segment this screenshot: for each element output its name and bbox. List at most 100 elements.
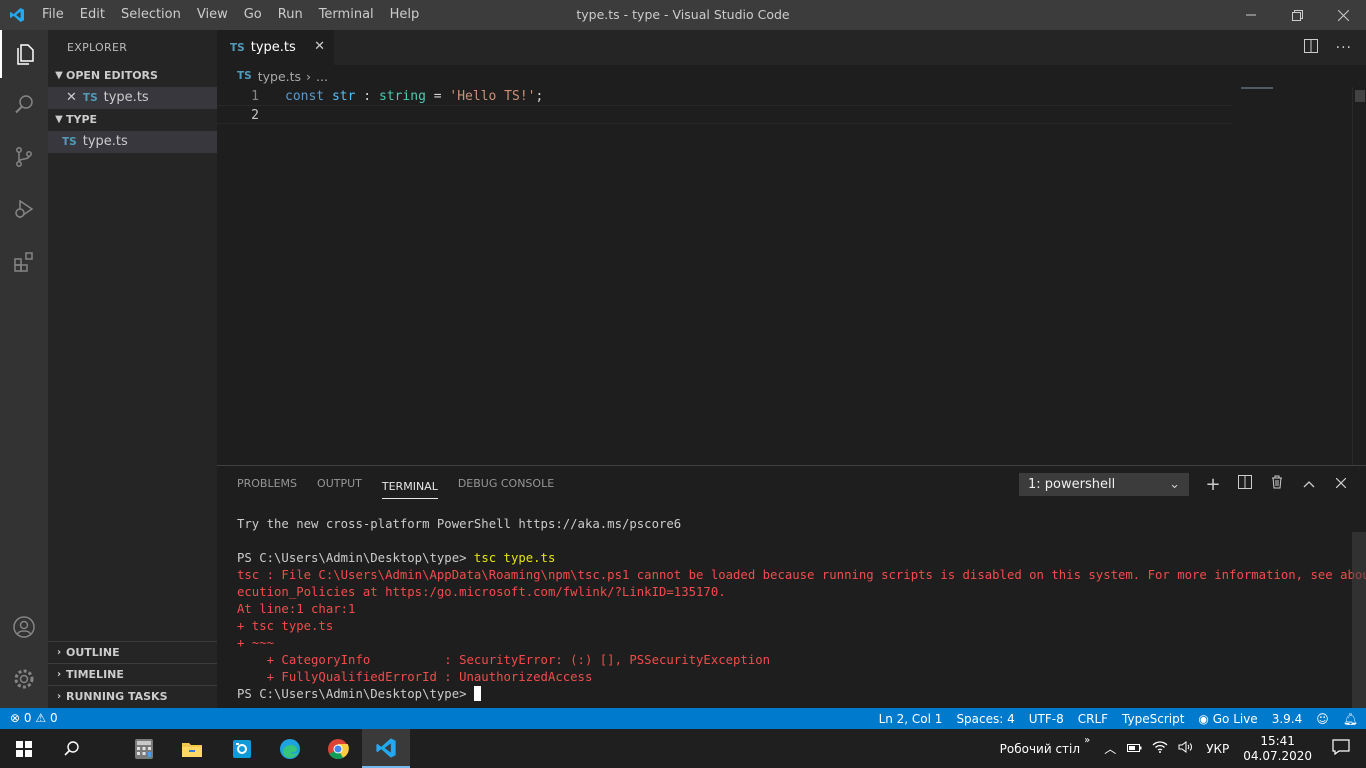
close-panel-icon[interactable] — [1332, 476, 1350, 492]
close-icon[interactable]: ✕ — [66, 87, 77, 109]
terminal-final-line: PS C:\Users\Admin\Desktop\type> — [237, 686, 1347, 703]
open-editor-item[interactable]: ✕ TS type.ts — [48, 87, 217, 109]
menu-view[interactable]: View — [189, 0, 236, 30]
menu-run[interactable]: Run — [270, 0, 311, 30]
maximize-panel-icon[interactable] — [1300, 476, 1318, 492]
terminal-prompt: PS C:\Users\Admin\Desktop\type> — [237, 551, 474, 565]
new-terminal-icon[interactable]: + — [1204, 474, 1222, 495]
menu-help[interactable]: Help — [382, 0, 428, 30]
folder-section[interactable]: ▼ TYPE — [48, 109, 217, 131]
minimize-icon[interactable] — [1228, 0, 1274, 30]
file-tree-item[interactable]: TS type.ts — [48, 131, 217, 153]
go-live-button[interactable]: ◉ Go Live — [1198, 712, 1257, 726]
terminal-error-line: + tsc type.ts — [237, 619, 334, 633]
photos-app-icon[interactable] — [218, 729, 266, 768]
close-window-icon[interactable] — [1320, 0, 1366, 30]
tab-type-ts[interactable]: TS type.ts ✕ — [217, 30, 334, 65]
accounts-icon[interactable] — [0, 603, 48, 651]
tab-terminal[interactable]: TERMINAL — [381, 469, 438, 499]
trash-icon[interactable] — [1268, 475, 1286, 493]
explorer-icon[interactable] — [0, 30, 48, 78]
go-live-label: Go Live — [1212, 711, 1258, 726]
feedback-icon[interactable]: ☺ — [1316, 712, 1329, 726]
menu-terminal[interactable]: Terminal — [311, 0, 382, 30]
error-icon: ⊗ — [10, 711, 21, 725]
running-tasks-section[interactable]: › RUNNING TASKS — [48, 685, 217, 708]
terminal-select[interactable]: 1: powershell ⌄ — [1019, 473, 1189, 496]
string-token: 'Hello TS!' — [449, 89, 536, 104]
menu-file[interactable]: File — [34, 0, 72, 30]
breadcrumb-file[interactable]: type.ts — [258, 69, 301, 84]
restore-icon[interactable] — [1274, 0, 1320, 30]
extensions-icon[interactable] — [0, 238, 48, 286]
typescript-file-icon: TS — [237, 70, 252, 82]
split-terminal-icon[interactable] — [1236, 475, 1254, 493]
file-tree-filename: type.ts — [82, 134, 128, 149]
open-editors-section[interactable]: ▼ OPEN EDITORS — [48, 65, 217, 87]
line-number: 2 — [251, 108, 259, 123]
editor-scrollbar[interactable] — [1352, 87, 1366, 465]
menu-edit[interactable]: Edit — [72, 0, 113, 30]
encoding[interactable]: UTF-8 — [1029, 712, 1064, 726]
line-number: 1 — [251, 89, 259, 104]
close-tab-icon[interactable]: ✕ — [314, 39, 325, 54]
activity-bar — [0, 30, 48, 708]
edge-browser-icon[interactable] — [266, 729, 314, 768]
clock-time: 15:41 — [1260, 733, 1295, 748]
open-editor-filename: type.ts — [103, 90, 149, 105]
typescript-file-icon: TS — [62, 136, 77, 148]
line-endings[interactable]: CRLF — [1078, 712, 1108, 726]
tab-debug-console[interactable]: DEBUG CONSOLE — [458, 466, 554, 502]
clock[interactable]: 15:41 04.07.2020 — [1243, 734, 1312, 764]
calculator-icon[interactable] — [120, 729, 168, 768]
timeline-section[interactable]: › TIMELINE — [48, 663, 217, 686]
menu-go[interactable]: Go — [236, 0, 270, 30]
file-explorer-icon[interactable] — [168, 729, 216, 768]
search-icon[interactable] — [0, 80, 48, 128]
wifi-icon[interactable] — [1152, 741, 1168, 756]
notifications-bell-icon[interactable]: 🔔︎ — [1343, 712, 1358, 726]
tab-output[interactable]: OUTPUT — [317, 466, 362, 502]
battery-icon[interactable] — [1126, 742, 1142, 756]
terminal-command: tsc type.ts — [473, 551, 556, 565]
minimap[interactable] — [1233, 87, 1353, 465]
run-debug-icon[interactable] — [0, 185, 48, 233]
windows-start-icon[interactable] — [0, 729, 48, 768]
desktop-toolbar[interactable]: Робочий стіл — [1000, 742, 1080, 756]
input-language[interactable]: УКР — [1206, 742, 1229, 756]
vscode-taskbar-icon[interactable] — [362, 729, 410, 768]
indentation[interactable]: Spaces: 4 — [956, 712, 1014, 726]
action-center-icon[interactable] — [1332, 739, 1350, 758]
toolbar-chevron-icon[interactable]: » — [1084, 735, 1090, 746]
broadcast-icon: ◉ — [1198, 711, 1209, 726]
volume-icon[interactable] — [1178, 741, 1194, 756]
menu-selection[interactable]: Selection — [113, 0, 189, 30]
language-mode[interactable]: TypeScript — [1122, 712, 1184, 726]
tray-overflow-icon[interactable]: ︿ — [1104, 740, 1116, 757]
cursor-position[interactable]: Ln 2, Col 1 — [879, 712, 943, 726]
code-editor[interactable]: 1 const str : string = 'Hello TS!'; 2 — [217, 87, 1366, 465]
manage-gear-icon[interactable] — [0, 655, 48, 703]
status-right: Ln 2, Col 1 Spaces: 4 UTF-8 CRLF TypeScr… — [879, 708, 1358, 729]
source-control-icon[interactable] — [0, 133, 48, 181]
typescript-file-icon: TS — [230, 41, 245, 54]
code-line-current: 2 — [217, 105, 1233, 124]
open-editors-label: OPEN EDITORS — [66, 69, 158, 82]
tab-problems[interactable]: PROBLEMS — [237, 466, 297, 502]
breadcrumb-more[interactable]: ... — [316, 69, 328, 84]
tab-label: type.ts — [250, 40, 296, 55]
windows-taskbar: Робочий стіл » ︿ УКР 15:41 04.07.2020 — [0, 729, 1366, 768]
menu-bar: File Edit Selection View Go Run Terminal… — [34, 0, 427, 30]
editor-tab-bar: TS type.ts ✕ ··· — [217, 30, 1366, 65]
more-actions-icon[interactable]: ··· — [1336, 40, 1352, 56]
split-editor-icon[interactable] — [1303, 38, 1318, 57]
terminal-output[interactable]: Try the new cross-platform PowerShell ht… — [237, 516, 1366, 703]
terminal-scrollbar[interactable] — [1352, 532, 1366, 708]
problems-status[interactable]: ⊗ 0 ⚠ 0 — [10, 708, 58, 729]
vscode-logo-icon — [0, 0, 34, 30]
ts-version[interactable]: 3.9.4 — [1272, 712, 1303, 726]
outline-section[interactable]: › OUTLINE — [48, 641, 217, 664]
chrome-browser-icon[interactable] — [314, 729, 362, 768]
status-bar: ⊗ 0 ⚠ 0 Ln 2, Col 1 Spaces: 4 UTF-8 CRLF… — [0, 708, 1366, 729]
search-icon[interactable] — [48, 729, 96, 768]
